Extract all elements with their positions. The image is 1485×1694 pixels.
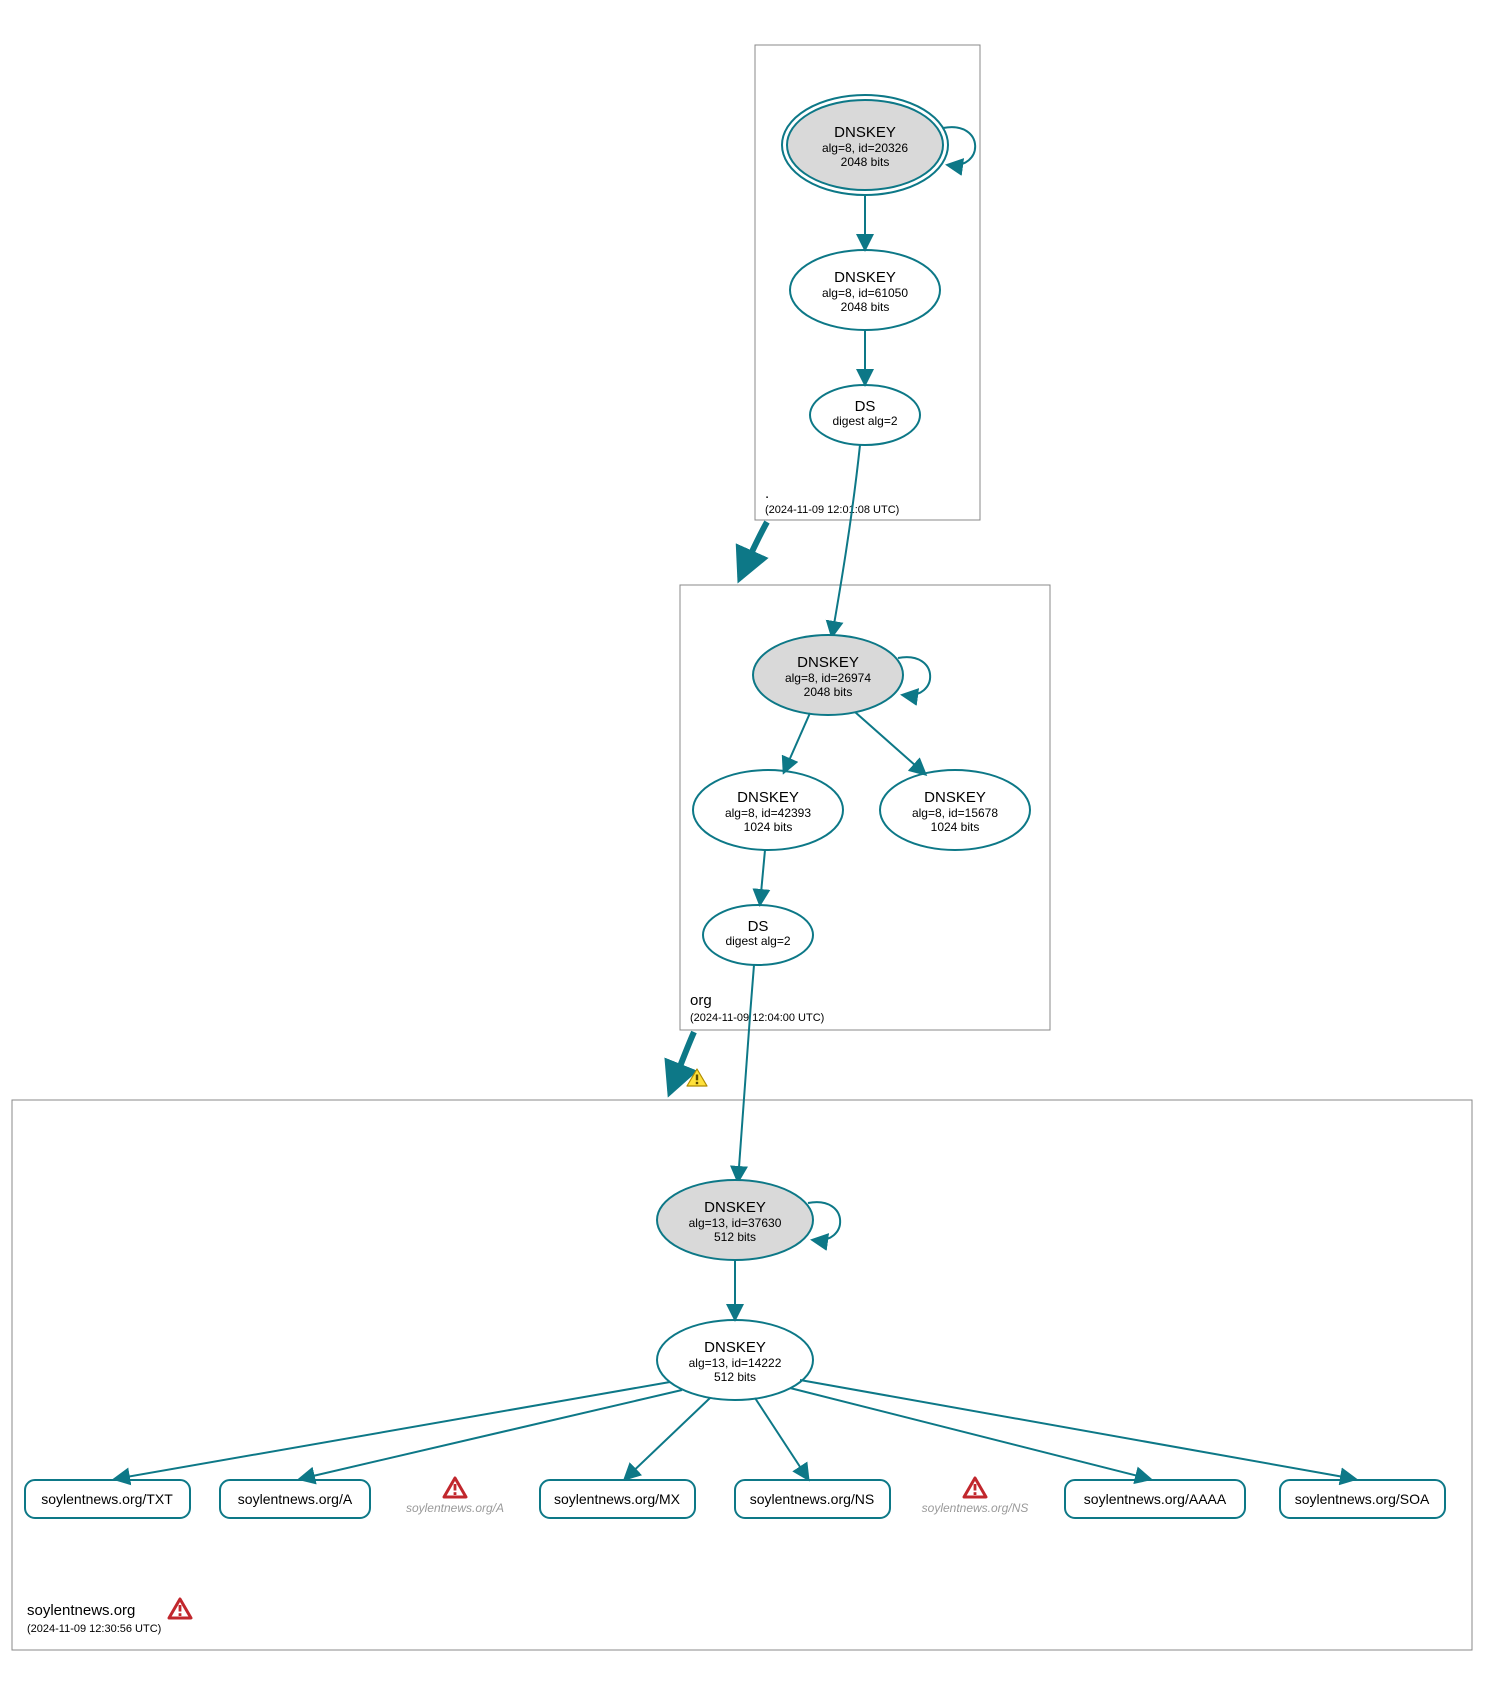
node-org-ksk[interactable]: DNSKEY alg=8, id=26974 2048 bits [753,635,903,715]
record-label: soylentnews.org/A [238,1491,353,1507]
record-label: soylentnews.org/SOA [1295,1491,1430,1507]
record-mx[interactable]: soylentnews.org/MX [540,1480,695,1518]
node-title: DNSKEY [797,654,859,671]
node-line3: 1024 bits [931,820,980,834]
dnssec-diagram: . (2024-11-09 12:01:08 UTC) DNSKEY alg=8… [0,0,1485,1694]
node-title: DNSKEY [834,124,896,141]
node-org-ds[interactable]: DS digest alg=2 [703,905,813,965]
node-root-ds[interactable]: DS digest alg=2 [810,385,920,445]
node-title: DNSKEY [704,1199,766,1216]
node-line2: alg=8, id=42393 [725,806,811,820]
edge-zsk-a [300,1390,682,1479]
node-line2: alg=8, id=26974 [785,671,871,685]
warning-icon[interactable] [169,1599,191,1618]
node-line3: 2048 bits [841,300,890,314]
node-leaf-zsk[interactable]: DNSKEY alg=13, id=14222 512 bits [657,1320,813,1400]
edge-zsk-ns [755,1398,808,1479]
node-org-zsk2[interactable]: DNSKEY alg=8, id=15678 1024 bits [880,770,1030,850]
node-line2: digest alg=2 [725,934,790,948]
node-line3: 512 bits [714,1370,756,1384]
ghost-a: soylentnews.org/A [406,1478,504,1515]
node-root-ksk[interactable]: DNSKEY alg=8, id=20326 2048 bits [782,95,948,195]
edge-zsk-txt [115,1382,670,1479]
record-label: soylentnews.org/NS [750,1491,875,1507]
record-aaaa[interactable]: soylentnews.org/AAAA [1065,1480,1245,1518]
node-title: DNSKEY [737,789,799,806]
node-line2: alg=8, id=61050 [822,286,908,300]
node-title: DNSKEY [704,1339,766,1356]
warning-icon[interactable] [964,1478,986,1497]
zone-leaf-label: soylentnews.org [27,1602,135,1619]
edge-orgzsk1-orgds [760,850,765,904]
node-line3: 512 bits [714,1230,756,1244]
zone-leaf-timestamp: (2024-11-09 12:30:56 UTC) [27,1623,161,1635]
edge-orgksk-zsk2 [855,712,925,774]
edge-rootds-orgksk [832,445,860,636]
zone-org-label: org [690,992,712,1009]
node-title: DS [855,398,876,415]
node-title: DS [748,918,769,935]
ghost-ns: soylentnews.org/NS [922,1478,1029,1515]
node-line2: alg=8, id=15678 [912,806,998,820]
record-txt[interactable]: soylentnews.org/TXT [25,1480,190,1518]
record-label: soylentnews.org/AAAA [1084,1491,1227,1507]
node-line2: alg=8, id=20326 [822,141,908,155]
ghost-label: soylentnews.org/NS [922,1501,1029,1515]
node-root-zsk[interactable]: DNSKEY alg=8, id=61050 2048 bits [790,250,940,330]
node-line3: 1024 bits [744,820,793,834]
delegation-root-org [740,522,767,578]
warning-icon[interactable] [444,1478,466,1497]
record-label: soylentnews.org/MX [554,1491,681,1507]
record-a[interactable]: soylentnews.org/A [220,1480,370,1518]
node-org-zsk1[interactable]: DNSKEY alg=8, id=42393 1024 bits [693,770,843,850]
edge-zsk-mx [625,1398,710,1479]
record-ns[interactable]: soylentnews.org/NS [735,1480,890,1518]
node-line2: alg=13, id=37630 [689,1216,782,1230]
node-line3: 2048 bits [841,155,890,169]
warning-icon[interactable] [687,1069,707,1086]
zone-root-label: . [765,485,769,502]
ghost-label: soylentnews.org/A [406,1501,504,1515]
record-soa[interactable]: soylentnews.org/SOA [1280,1480,1445,1518]
edge-zsk-soa [800,1380,1355,1479]
node-leaf-ksk[interactable]: DNSKEY alg=13, id=37630 512 bits [657,1180,813,1260]
zone-root-timestamp: (2024-11-09 12:01:08 UTC) [765,504,899,516]
zone-org-timestamp: (2024-11-09 12:04:00 UTC) [690,1012,824,1024]
node-line2: alg=13, id=14222 [689,1356,782,1370]
node-title: DNSKEY [924,789,986,806]
node-line2: digest alg=2 [832,414,897,428]
node-title: DNSKEY [834,269,896,286]
edge-orgds-leafksk [738,965,754,1181]
edge-orgksk-zsk1 [784,713,810,772]
record-label: soylentnews.org/TXT [41,1491,173,1507]
node-line3: 2048 bits [804,685,853,699]
